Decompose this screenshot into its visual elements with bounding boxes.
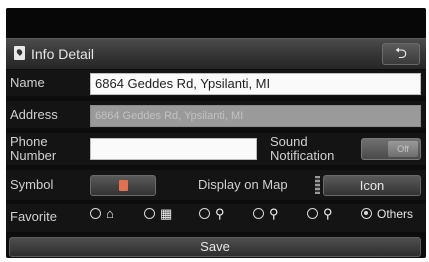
info-detail-screen: Info Detail ⮌ Name 6864 Geddes Rd, Ypsil…: [6, 8, 426, 258]
favorite-radio-pin-1[interactable]: [199, 208, 210, 219]
info-pin-icon: [14, 46, 25, 60]
pin-star-icon: ⚲: [323, 206, 333, 221]
others-label: Others: [377, 207, 414, 221]
pin-star-icon: ⚲: [269, 206, 279, 221]
display-mode-button[interactable]: Icon: [323, 175, 421, 196]
symbol-pin-icon: [119, 180, 128, 191]
back-button[interactable]: ⮌: [382, 43, 420, 65]
favorite-radio-home[interactable]: [90, 208, 101, 219]
display-on-map-label: Display on Map: [198, 177, 288, 192]
favorite-label: Favorite: [10, 209, 57, 224]
page-title: Info Detail: [31, 46, 95, 62]
favorite-radio-pin-3[interactable]: [307, 208, 318, 219]
address-label: Address: [10, 107, 58, 122]
top-bar: [6, 8, 426, 38]
drag-handle-icon: [315, 176, 320, 194]
home-icon: ⌂: [106, 206, 114, 221]
phone-label-line1: Phone: [10, 134, 48, 149]
name-field[interactable]: 6864 Geddes Rd, Ypsilanti, MI: [90, 73, 421, 95]
favorite-radio-others[interactable]: [361, 208, 372, 219]
name-label: Name: [10, 75, 45, 90]
back-arrow-icon: ⮌: [394, 45, 407, 62]
sound-label-line1: Sound: [270, 134, 308, 149]
sound-notification-toggle[interactable]: Off: [361, 138, 421, 160]
favorite-radio-pin-2[interactable]: [253, 208, 264, 219]
phone-label-line2: Number: [10, 148, 57, 163]
toggle-state-text: Off: [388, 141, 418, 157]
symbol-select-button[interactable]: [90, 175, 156, 196]
symbol-label: Symbol: [10, 177, 54, 192]
phone-number-field[interactable]: [90, 138, 257, 160]
pin-star-icon: ⚲: [215, 206, 225, 221]
building-icon: ▦: [160, 206, 173, 221]
address-field: 6864 Geddes Rd, Ypsilanti, MI: [90, 105, 421, 127]
save-button[interactable]: Save: [9, 237, 421, 257]
favorite-radio-building[interactable]: [144, 208, 155, 219]
header-bar: Info Detail ⮌: [6, 38, 426, 69]
sound-label-line2: Notification: [270, 148, 335, 163]
